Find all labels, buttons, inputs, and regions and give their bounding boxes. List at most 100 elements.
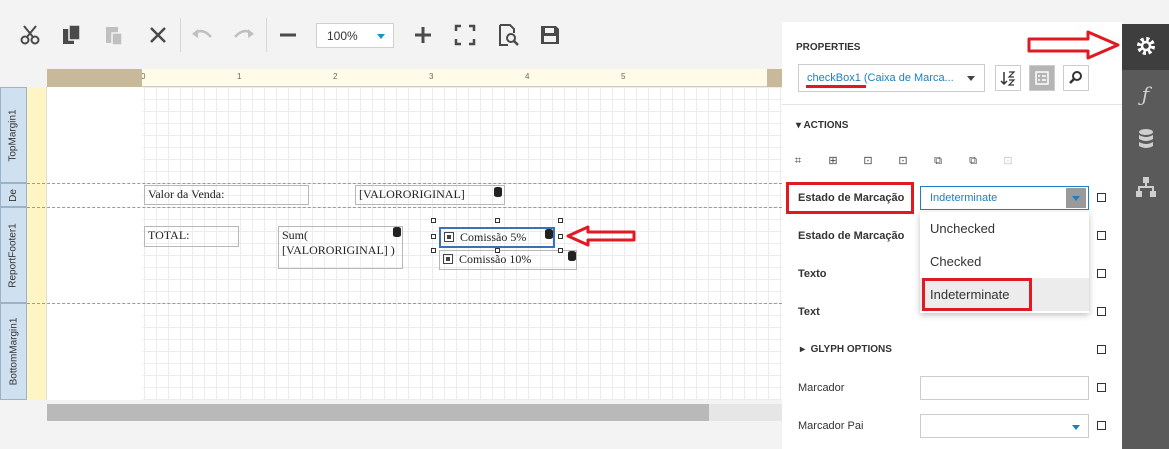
center-vertically-icon[interactable]: ⊡ xyxy=(897,155,909,167)
database-icon[interactable] xyxy=(1122,128,1169,156)
gear-icon[interactable] xyxy=(1122,35,1169,63)
label-total[interactable]: TOTAL: xyxy=(144,226,239,247)
disabled-action-icon[interactable]: ⊡ xyxy=(1002,155,1014,167)
send-to-back-icon[interactable]: ⧉ xyxy=(967,155,979,167)
sort-az-button[interactable] xyxy=(995,65,1021,91)
chevron-down-icon xyxy=(1072,196,1080,201)
estado-marcacao-select[interactable]: Indeterminate xyxy=(920,186,1089,210)
band-top-margin[interactable]: TopMargin1 xyxy=(0,87,27,183)
copy-icon[interactable] xyxy=(58,20,86,50)
annotation-box xyxy=(922,278,1032,311)
zoom-select[interactable]: 100% xyxy=(316,23,394,48)
save-icon[interactable] xyxy=(536,20,564,50)
prop-estado-marcacao-label: Estado de Marcação xyxy=(798,192,905,204)
resize-handle[interactable] xyxy=(558,248,563,253)
function-icon[interactable]: ƒ xyxy=(1122,82,1169,106)
ruler-label: 1 xyxy=(237,72,242,81)
property-marker[interactable] xyxy=(1097,383,1106,392)
property-marker[interactable] xyxy=(1097,421,1106,430)
checkbox-comissao-5[interactable]: Comissão 5% xyxy=(439,227,555,248)
redo-icon[interactable] xyxy=(230,20,258,50)
actions-header[interactable]: ▾ ACTIONS xyxy=(796,120,848,131)
band-separator[interactable] xyxy=(27,183,782,184)
property-marker[interactable] xyxy=(1097,269,1106,278)
center-horizontally-icon[interactable]: ⊡ xyxy=(862,155,874,167)
cut-icon[interactable] xyxy=(16,20,44,50)
property-marker[interactable] xyxy=(1097,307,1106,316)
prop-estado-marcacao-2-label: Estado de Marcação xyxy=(798,230,905,242)
preview-icon[interactable] xyxy=(494,20,522,50)
field-sum[interactable]: Sum( [VALORORIGINAL] ) xyxy=(278,226,403,269)
prop-marcador-pai-label: Marcador Pai xyxy=(798,420,864,432)
align-to-grid-icon[interactable]: ⌗ xyxy=(792,155,804,167)
band-label-text: ReportFooter1 xyxy=(8,222,20,288)
property-marker[interactable] xyxy=(1097,193,1106,202)
ruler-margin-right xyxy=(767,69,782,87)
toolbar-separator xyxy=(180,18,181,52)
resize-handle[interactable] xyxy=(431,218,436,223)
checkbox-label: Comissão 10% xyxy=(459,252,532,266)
delete-icon[interactable] xyxy=(144,20,172,50)
zoom-value: 100% xyxy=(327,29,358,43)
paste-icon[interactable] xyxy=(100,20,128,50)
glyph-options-header[interactable]: ▸ GLYPH OPTIONS xyxy=(800,344,892,355)
resize-handle[interactable] xyxy=(431,248,436,253)
panel-top-strip xyxy=(782,0,1122,22)
ruler-label: 4 xyxy=(525,72,530,81)
divider xyxy=(782,104,1122,105)
resize-handle[interactable] xyxy=(558,218,563,223)
toolbar: 100% xyxy=(0,0,782,70)
sort-icon xyxy=(1000,71,1016,86)
horizontal-ruler: 0 1 2 3 4 5 xyxy=(47,69,782,87)
field-valor-original[interactable]: [VALORORIGINAL] xyxy=(355,185,505,205)
toolbar-separator xyxy=(266,18,267,52)
band-bottom-margin[interactable]: BottomMargin1 xyxy=(0,303,27,400)
bring-to-front-icon[interactable]: ⧉ xyxy=(932,155,944,167)
option-checked[interactable]: Checked xyxy=(920,245,1089,278)
marcador-input[interactable] xyxy=(920,376,1089,400)
band-label-text: TopMargin1 xyxy=(8,108,20,162)
label-valor-venda[interactable]: Valor da Venda: xyxy=(144,185,309,205)
marcador-pai-select[interactable] xyxy=(920,414,1089,438)
hierarchy-icon[interactable] xyxy=(1122,176,1169,204)
annotation-arrow-icon xyxy=(566,225,636,247)
scrollbar-thumb[interactable] xyxy=(47,404,709,421)
band-label-text: De xyxy=(7,188,19,202)
resize-handle[interactable] xyxy=(495,248,500,253)
glyph-header-label: GLYPH OPTIONS xyxy=(810,344,892,355)
fullscreen-icon[interactable] xyxy=(451,20,479,50)
resize-handle[interactable] xyxy=(431,234,436,239)
checkbox-label: Comissão 5% xyxy=(460,230,527,244)
database-icon xyxy=(568,251,576,261)
sum-line-2: [VALORORIGINAL] ) xyxy=(282,243,395,257)
annotation-arrow-icon xyxy=(1027,30,1120,60)
checkbox-glyph-icon xyxy=(444,232,454,242)
resize-handle[interactable] xyxy=(558,234,563,239)
zoom-in-icon[interactable] xyxy=(409,20,437,50)
checkbox-comissao-10[interactable]: Comissão 10% xyxy=(439,250,577,270)
band-report-footer[interactable]: ReportFooter1 xyxy=(0,207,27,303)
database-icon xyxy=(393,227,401,237)
database-icon xyxy=(494,187,502,197)
undo-icon[interactable] xyxy=(188,20,216,50)
chevron-down-icon xyxy=(1072,425,1080,430)
actions-header-label: ACTIONS xyxy=(803,120,849,131)
band-separator[interactable] xyxy=(27,207,782,208)
property-marker[interactable] xyxy=(1097,231,1106,240)
size-to-grid-icon[interactable]: ⊞ xyxy=(827,155,839,167)
prop-texto-label: Texto xyxy=(798,268,827,280)
resize-handle[interactable] xyxy=(495,218,500,223)
ruler-label: 5 xyxy=(621,72,626,81)
property-marker[interactable] xyxy=(1097,345,1106,354)
select-toggle-button[interactable] xyxy=(1066,188,1086,208)
band-separator[interactable] xyxy=(27,303,782,304)
band-detail[interactable]: De xyxy=(0,183,27,207)
page-left-margin xyxy=(47,87,143,400)
option-unchecked[interactable]: Unchecked xyxy=(920,212,1089,245)
search-button[interactable] xyxy=(1063,65,1089,91)
prop-marcador-label: Marcador xyxy=(798,382,845,394)
zoom-out-icon[interactable] xyxy=(274,20,302,50)
grid-list-icon xyxy=(1035,71,1049,85)
categorized-view-button[interactable] xyxy=(1029,65,1055,91)
annotation-underline xyxy=(806,85,866,88)
